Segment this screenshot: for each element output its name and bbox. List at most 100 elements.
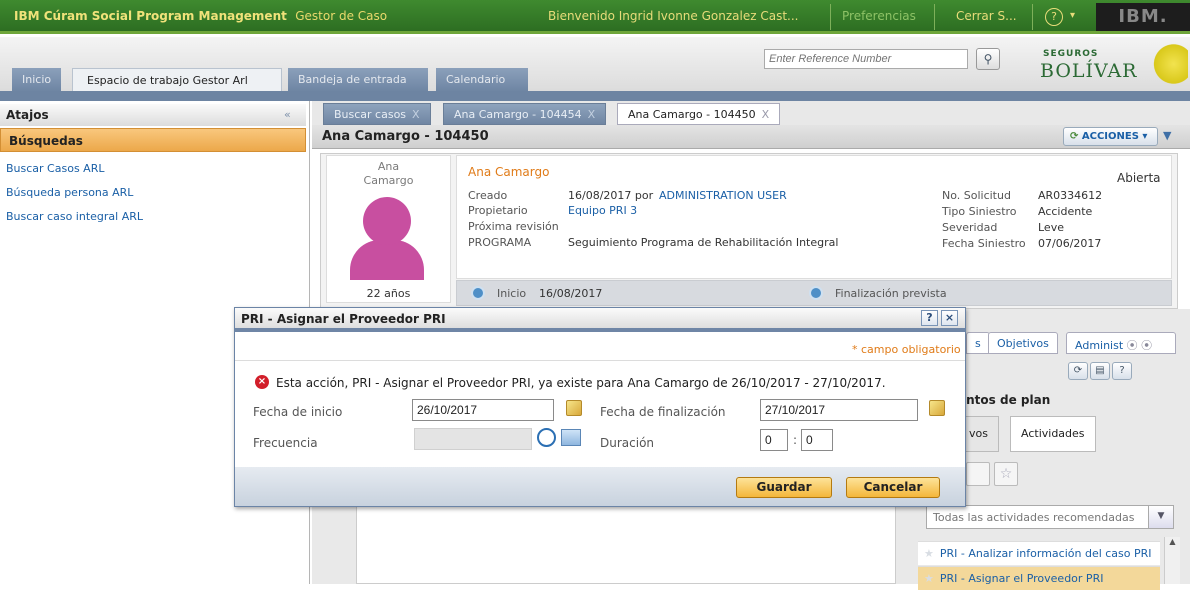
duration-label: Duración — [600, 436, 655, 450]
divider — [1032, 4, 1033, 30]
end-label: Finalización prevista — [835, 287, 947, 300]
logo-top-text: SEGUROS — [1043, 49, 1099, 59]
tab-calendario[interactable]: Calendario — [436, 68, 528, 92]
chevron-down-icon[interactable]: ▼ — [1163, 129, 1171, 142]
created-label: Creado — [468, 189, 508, 202]
created-by-link[interactable]: ADMINISTRATION USER — [659, 189, 787, 202]
owner-link[interactable]: Equipo PRI 3 — [568, 204, 637, 217]
end-date-label: Fecha de finalización — [600, 405, 726, 419]
required-note: * campo obligatorio — [852, 343, 961, 356]
actions-button[interactable]: ⟳ ACCIONES ▾ — [1063, 127, 1158, 146]
clock-icon — [471, 286, 485, 300]
close-icon[interactable]: X — [412, 108, 420, 121]
tab-bandeja-entrada[interactable]: Bandeja de entrada — [288, 68, 428, 92]
created-date: 16/08/2017 por — [568, 189, 654, 202]
duration-hours-field[interactable] — [760, 429, 788, 451]
person-name-link[interactable]: Ana Camargo — [468, 165, 549, 179]
tab-label: Ana Camargo - 104450 — [628, 108, 756, 121]
preferences-link[interactable]: Preferencias — [842, 9, 916, 23]
tab-administ[interactable]: Administ ⦿ ⦿ — [1066, 332, 1176, 354]
avatar-body — [350, 240, 424, 280]
tab-buscar-casos[interactable]: Buscar casos X — [323, 103, 431, 125]
duration-minutes-field[interactable] — [801, 429, 833, 451]
logo-main-text: BOLÍVAR — [1040, 60, 1138, 82]
sidebar-link-caso-integral[interactable]: Buscar caso integral ARL — [6, 210, 143, 223]
chevron-down-icon[interactable]: ▾ — [1070, 10, 1075, 21]
avatar-icon — [363, 197, 411, 245]
tab-case-104454[interactable]: Ana Camargo - 104454 X — [443, 103, 607, 125]
actions-icon: ⟳ — [1070, 131, 1079, 142]
case-status: Abierta — [1117, 171, 1161, 185]
bolivar-logo-icon — [1152, 40, 1188, 88]
error-message: Esta acción, PRI - Asignar el Proveedor … — [276, 376, 886, 390]
collapse-icon[interactable]: « — [284, 108, 291, 121]
frequency-editor-icon[interactable] — [561, 429, 581, 446]
clock-icon[interactable] — [537, 428, 556, 447]
tab-label: Ana Camargo - 104454 — [454, 108, 582, 121]
tab-objetivos[interactable]: Objetivos — [988, 332, 1058, 354]
close-icon[interactable]: X — [588, 108, 596, 121]
list-item[interactable]: ★ PRI - Asignar el Proveedor PRI — [918, 566, 1160, 590]
tab-label: Administ — [1075, 339, 1124, 352]
start-date: 16/08/2017 — [539, 287, 603, 300]
sidebar-title: Atajos — [0, 104, 306, 126]
search-button[interactable]: ⚲ — [976, 48, 1000, 70]
claim-date-label: Fecha Siniestro — [942, 237, 1026, 250]
person-age: 22 años — [366, 287, 411, 300]
end-date-field[interactable] — [760, 399, 918, 421]
duration-separator: : — [793, 433, 798, 447]
frequency-field — [414, 428, 532, 450]
next-icon[interactable]: ⦿ ⦿ — [1127, 339, 1153, 352]
severity-value: Leve — [1038, 221, 1064, 234]
star-icon: ★ — [924, 572, 934, 585]
welcome-text: Bienvenido Ingrid Ivonne Gonzalez Cast..… — [548, 9, 799, 23]
ibm-logo: IBM. — [1096, 3, 1190, 31]
tab-inicio[interactable]: Inicio — [12, 68, 62, 92]
sidebar-section-busquedas[interactable]: Búsquedas — [0, 128, 306, 152]
case-title: Ana Camargo - 104450 — [312, 125, 1190, 149]
toolbar-button[interactable] — [966, 462, 990, 486]
program-value: Seguimiento Programa de Rehabilitación I… — [568, 236, 839, 249]
tab-label: Buscar casos — [334, 108, 407, 121]
divider — [235, 360, 965, 361]
activity-filter-select[interactable]: Todas las actividades recomendadas — [926, 505, 1174, 529]
search-icon: ⚲ — [983, 52, 993, 66]
start-date-field[interactable] — [412, 399, 554, 421]
owner-label: Propietario — [468, 204, 528, 217]
print-icon[interactable]: ▤ — [1090, 362, 1110, 380]
close-icon[interactable]: X — [762, 108, 770, 121]
next-review-label: Próxima revisión — [468, 220, 559, 233]
claim-type-label: Tipo Siniestro — [942, 205, 1017, 218]
tab-bar-line — [0, 91, 1190, 101]
start-label: Inicio — [497, 287, 527, 300]
refresh-icon[interactable]: ⟳ — [1068, 362, 1088, 380]
star-icon: ★ — [924, 547, 934, 560]
star-icon[interactable]: ☆ — [994, 462, 1018, 486]
help-icon[interactable]: ? — [921, 310, 938, 326]
help-icon[interactable]: ? — [1112, 362, 1132, 380]
app-title: IBM Cúram Social Program Management Gest… — [14, 9, 388, 23]
person-card-name: Ana Camargo — [363, 160, 414, 187]
save-button[interactable]: Guardar — [736, 477, 832, 498]
reference-search-input[interactable] — [764, 49, 968, 69]
claim-date-value: 07/06/2017 — [1038, 237, 1102, 250]
help-icon[interactable]: ? — [1045, 8, 1063, 26]
tab-case-104450[interactable]: Ana Camargo - 104450 X — [617, 103, 781, 125]
tab-espacio-trabajo[interactable]: Espacio de trabajo Gestor Arl — [72, 68, 282, 92]
scrollbar[interactable]: ▲ — [1164, 537, 1180, 584]
chevron-down-icon[interactable]: ▼ — [1148, 506, 1173, 528]
close-icon[interactable]: × — [941, 310, 958, 326]
tab-plan-1[interactable]: s — [966, 332, 990, 354]
calendar-icon[interactable] — [929, 400, 945, 416]
claim-type-value: Accidente — [1038, 205, 1093, 218]
start-date-label: Fecha de inicio — [253, 405, 343, 419]
subtab-actividades[interactable]: Actividades — [1010, 416, 1096, 452]
clock-icon — [809, 286, 823, 300]
sidebar-link-busqueda-persona[interactable]: Búsqueda persona ARL — [6, 186, 133, 199]
list-item[interactable]: ★ PRI - Analizar información del caso PRI — [918, 541, 1160, 565]
logout-link[interactable]: Cerrar S... — [956, 9, 1017, 23]
cancel-button[interactable]: Cancelar — [846, 477, 940, 498]
sidebar-link-buscar-casos[interactable]: Buscar Casos ARL — [6, 162, 104, 175]
request-label: No. Solicitud — [942, 189, 1011, 202]
calendar-icon[interactable] — [566, 400, 582, 416]
